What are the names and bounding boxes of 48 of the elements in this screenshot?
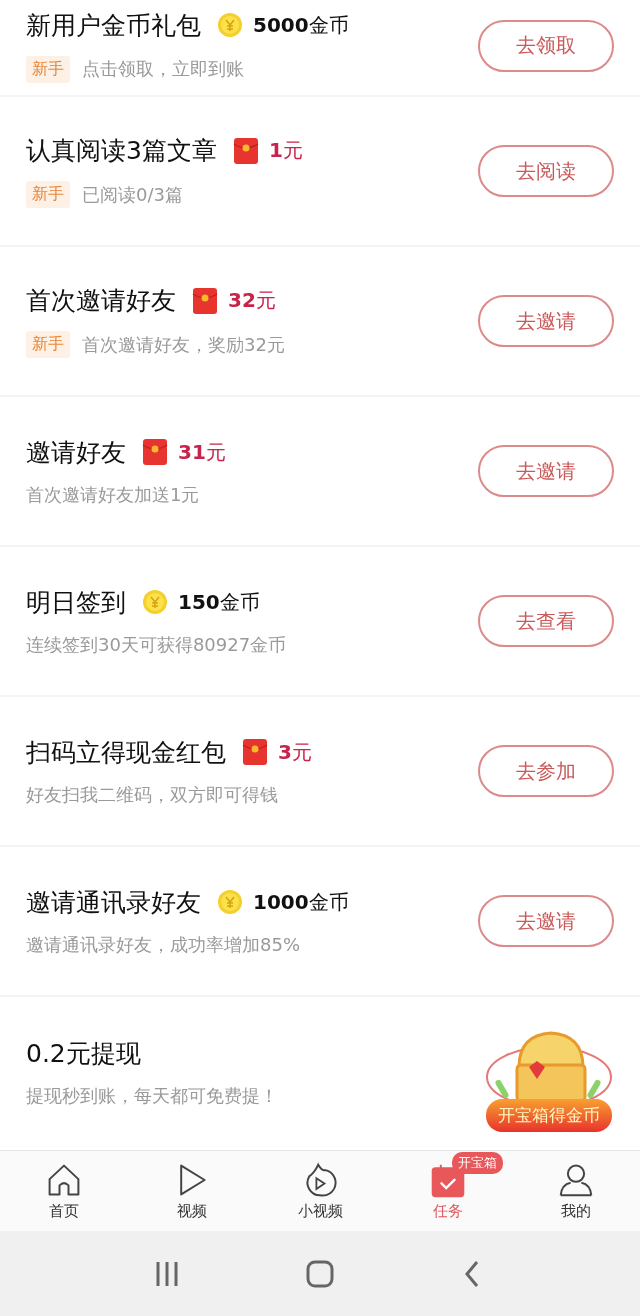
task-description: 已阅读0/3篇 bbox=[82, 182, 183, 207]
home-button-icon[interactable] bbox=[305, 1258, 335, 1289]
coin-icon bbox=[142, 589, 168, 615]
reward-amount: 1元 bbox=[268, 137, 303, 164]
newbie-tag: 新手 bbox=[26, 181, 70, 208]
reward-amount: 32元 bbox=[228, 287, 276, 314]
task-title: 扫码立得现金红包 bbox=[26, 736, 226, 769]
treasure-chest-button[interactable]: 开宝箱得金币 bbox=[474, 1012, 624, 1132]
reward-amount: 1000金币 bbox=[253, 888, 349, 916]
tab-item[interactable]: 开宝箱 任务 bbox=[384, 1151, 512, 1231]
task-button[interactable]: 去邀请 bbox=[478, 295, 614, 347]
task-description: 好友扫我二维码，双方即可得钱 bbox=[26, 782, 278, 807]
coin-icon bbox=[217, 12, 243, 38]
envelope-icon bbox=[242, 739, 268, 765]
coin-icon bbox=[217, 889, 243, 915]
newbie-tag: 新手 bbox=[26, 331, 70, 358]
reward-amount: 31元 bbox=[178, 438, 226, 466]
envelope-icon bbox=[232, 137, 259, 164]
newbie-tag: 新手 bbox=[26, 55, 70, 83]
envelope-icon bbox=[142, 439, 168, 465]
task-button[interactable]: 去邀请 bbox=[478, 895, 614, 947]
task-button[interactable]: 去领取 bbox=[478, 19, 614, 72]
tab-item[interactable]: 我的 bbox=[512, 1151, 640, 1231]
task-button[interactable]: 去邀请 bbox=[478, 445, 614, 497]
reward-amount: 150金币 bbox=[178, 588, 260, 616]
task-title: 邀请通讯录好友 bbox=[26, 886, 201, 919]
tab-item[interactable]: 小视频 bbox=[256, 1151, 384, 1231]
task-description: 连续签到30天可获得80927金币 bbox=[26, 632, 287, 657]
task-button[interactable]: 去阅读 bbox=[478, 145, 614, 197]
reward-amount: 5000金币 bbox=[253, 11, 349, 39]
task-title: 新用户金币礼包 bbox=[26, 9, 201, 42]
tab-item[interactable]: 视频 bbox=[128, 1151, 256, 1231]
envelope-icon bbox=[192, 287, 218, 314]
task-title: 0.2元提现 bbox=[26, 1037, 141, 1070]
reward-amount: 3元 bbox=[278, 738, 312, 766]
task-description: 提现秒到账，每天都可免费提！ bbox=[26, 1083, 278, 1108]
task-description: 首次邀请好友，奖励32元 bbox=[82, 332, 285, 357]
task-button[interactable]: 去查看 bbox=[478, 595, 614, 647]
task-title: 认真阅读3篇文章 bbox=[26, 135, 217, 167]
tab-item[interactable]: 首页 bbox=[0, 1151, 128, 1231]
task-description: 首次邀请好友加送1元 bbox=[26, 482, 200, 507]
task-title: 明日签到 bbox=[26, 586, 126, 619]
task-title: 首次邀请好友 bbox=[26, 285, 176, 317]
tab-badge: 开宝箱 bbox=[452, 1151, 503, 1174]
task-button[interactable]: 去参加 bbox=[478, 745, 614, 797]
task-title: 邀请好友 bbox=[26, 436, 126, 469]
task-description: 点击领取，立即到账 bbox=[82, 57, 244, 81]
task-description: 邀请通讯录好友，成功率增加85% bbox=[26, 932, 300, 957]
